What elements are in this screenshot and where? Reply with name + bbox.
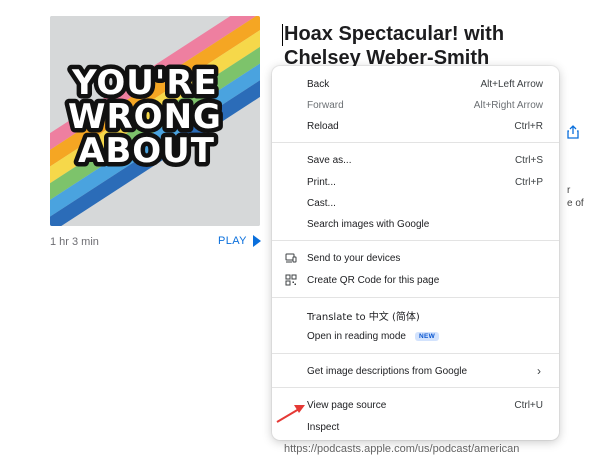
menu-item-shortcut: Ctrl+S bbox=[514, 154, 543, 166]
menu-item-print[interactable]: Print... Ctrl+P bbox=[272, 172, 559, 192]
menu-item-shortcut: Ctrl+R bbox=[514, 120, 543, 132]
menu-item-send-to-devices[interactable]: Send to your devices bbox=[272, 248, 559, 268]
menu-item-save-as[interactable]: Save as... Ctrl+S bbox=[272, 150, 559, 170]
menu-item-image-descriptions[interactable]: Get image descriptions from Google › bbox=[272, 361, 559, 381]
devices-icon bbox=[285, 253, 297, 263]
menu-item-inspect[interactable]: Inspect bbox=[272, 417, 559, 437]
menu-item-view-page-source[interactable]: View page source Ctrl+U bbox=[272, 395, 559, 415]
text-cursor bbox=[282, 24, 283, 46]
chevron-right-icon: › bbox=[537, 364, 541, 378]
menu-item-translate[interactable]: Translate to 中文 (简体) bbox=[272, 305, 559, 325]
menu-item-qr-code[interactable]: Create QR Code for this page bbox=[272, 270, 559, 290]
menu-item-label: Send to your devices bbox=[307, 252, 401, 264]
play-label: PLAY bbox=[218, 235, 247, 247]
menu-separator bbox=[272, 297, 559, 298]
context-menu: Back Alt+Left Arrow Forward Alt+Right Ar… bbox=[272, 66, 559, 440]
menu-item-shortcut: Alt+Left Arrow bbox=[480, 78, 543, 90]
menu-item-label: Cast... bbox=[307, 197, 336, 209]
artwork-text-line3-fill: ABOUT bbox=[78, 131, 215, 171]
episode-title: Hoax Spectacular! with Chelsey Weber-Smi… bbox=[284, 23, 505, 69]
podcast-artwork: YOU'RE YOU'RE WRONG WRONG ABOUT ABOUT bbox=[50, 16, 260, 226]
episode-url: https://podcasts.apple.com/us/podcast/am… bbox=[284, 443, 520, 455]
description-fragment: r bbox=[567, 185, 571, 196]
menu-separator bbox=[272, 353, 559, 354]
menu-item-label: Reload bbox=[307, 120, 339, 132]
menu-item-label: View page source bbox=[307, 399, 387, 411]
menu-item-label: Create QR Code for this page bbox=[307, 274, 440, 286]
episode-duration: 1 hr 3 min bbox=[50, 236, 99, 248]
artwork-graphic: YOU'RE YOU'RE WRONG WRONG ABOUT ABOUT bbox=[50, 16, 260, 226]
menu-item-label: Open in reading mode bbox=[307, 330, 406, 342]
menu-item-reading-mode[interactable]: Open in reading mode NEW bbox=[272, 326, 559, 346]
menu-item-cast[interactable]: Cast... bbox=[272, 193, 559, 213]
share-icon[interactable] bbox=[566, 125, 580, 139]
menu-item-reload[interactable]: Reload Ctrl+R bbox=[272, 116, 559, 136]
play-icon bbox=[252, 235, 261, 247]
new-badge: NEW bbox=[415, 331, 440, 341]
menu-item-back[interactable]: Back Alt+Left Arrow bbox=[272, 74, 559, 94]
menu-item-label: Print... bbox=[307, 176, 336, 188]
menu-separator bbox=[272, 142, 559, 143]
menu-separator bbox=[272, 240, 559, 241]
menu-item-label: Get image descriptions from Google bbox=[307, 365, 468, 377]
menu-item-forward[interactable]: Forward Alt+Right Arrow bbox=[272, 95, 559, 115]
qr-code-icon bbox=[285, 274, 297, 286]
menu-item-shortcut: Ctrl+P bbox=[514, 176, 543, 188]
menu-item-label: Search images with Google bbox=[307, 218, 430, 230]
menu-item-search-images[interactable]: Search images with Google bbox=[272, 214, 559, 234]
description-fragment: e of bbox=[567, 198, 584, 209]
menu-item-shortcut: Ctrl+U bbox=[514, 399, 543, 411]
menu-item-label: Translate to 中文 (简体) bbox=[307, 311, 420, 323]
menu-item-shortcut: Alt+Right Arrow bbox=[473, 99, 543, 111]
menu-item-label: Inspect bbox=[307, 421, 340, 433]
menu-item-label: Save as... bbox=[307, 154, 352, 166]
play-button[interactable]: PLAY bbox=[218, 235, 261, 247]
menu-item-label: Back bbox=[307, 78, 330, 90]
menu-item-label: Forward bbox=[307, 99, 344, 111]
menu-separator bbox=[272, 387, 559, 388]
